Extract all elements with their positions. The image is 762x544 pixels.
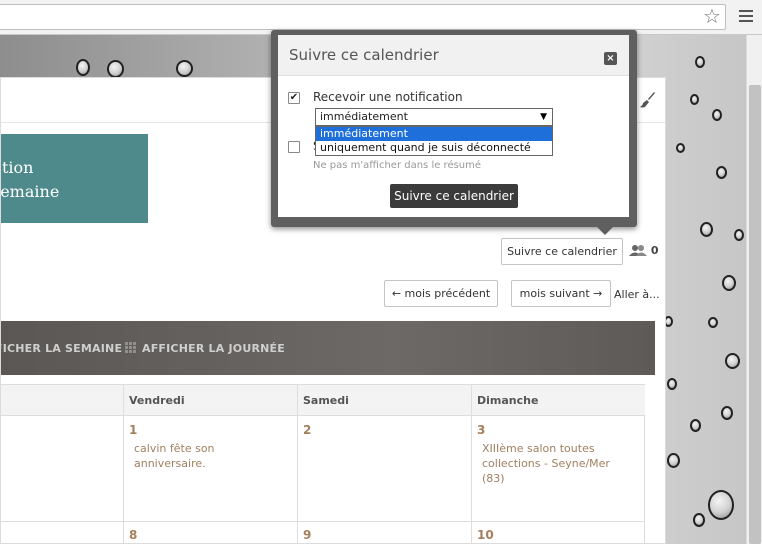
view-day-label: AFFICHER LA JOURNÉE [142, 342, 285, 355]
next-month-button[interactable]: mois suivant → [511, 280, 611, 307]
brush-icon[interactable] [638, 91, 656, 109]
day-number[interactable]: 1 [129, 423, 137, 437]
day-number[interactable]: 10 [477, 528, 494, 542]
notification-checkbox[interactable]: ✔ [288, 92, 300, 104]
followers-count: 0 [629, 244, 659, 257]
grid-line [471, 384, 472, 544]
view-switch-bar: FICHER LA SEMAINE AFFICHER LA JOURNÉE [0, 321, 655, 375]
summary-checkbox[interactable] [288, 141, 300, 153]
address-bar[interactable] [0, 4, 726, 30]
raindrop [721, 406, 733, 420]
followers-number: 0 [650, 244, 659, 257]
calendar-title-box: ction semaine [1, 134, 148, 223]
weekday-saturday: Samedi [303, 394, 349, 407]
calendar-event[interactable]: XIIIème salon toutes collections - Seyne… [482, 441, 632, 486]
calendar-title-line: ction [1, 158, 34, 177]
raindrop [695, 56, 705, 68]
raindrop [176, 60, 193, 77]
raindrop [690, 94, 699, 105]
notification-label: Recevoir une notification [313, 90, 463, 104]
view-day-button[interactable]: AFFICHER LA JOURNÉE [125, 342, 285, 355]
summary-note: Ne pas m'afficher dans le résumé [313, 160, 482, 171]
raindrop [700, 222, 713, 237]
raindrop [712, 109, 722, 121]
modal-header: Suivre ce calendrier × [278, 35, 629, 76]
follow-calendar-dialog: Suivre ce calendrier × ✔ Recevoir une no… [278, 35, 629, 217]
weekday-header: Vendredi Samedi Dimanche [1, 384, 645, 416]
view-week-button[interactable]: FICHER LA SEMAINE [0, 342, 122, 355]
select-dropdown-list: immédiatement uniquement quand je suis d… [315, 126, 553, 156]
hamburger-menu-icon[interactable] [739, 10, 753, 24]
raindrop [734, 229, 744, 241]
vertical-scrollbar[interactable] [746, 35, 762, 544]
option-when-disconnected[interactable]: uniquement quand je suis déconnecté [316, 141, 552, 155]
raindrop [676, 143, 685, 153]
raindrop [107, 60, 124, 78]
close-icon[interactable]: × [604, 52, 617, 65]
notification-frequency-select[interactable]: immédiatement ▼ [315, 108, 553, 126]
option-immediately[interactable]: immédiatement [316, 127, 552, 141]
grid-line [123, 384, 124, 544]
day-number[interactable]: 3 [477, 423, 485, 437]
follow-calendar-button[interactable]: Suivre ce calendrier [501, 238, 623, 265]
chevron-down-icon: ▼ [540, 112, 547, 122]
goto-link[interactable]: Aller à... [614, 288, 660, 301]
day-number[interactable]: 9 [303, 528, 311, 542]
scrollbar-thumb[interactable] [749, 85, 761, 544]
raindrop [716, 166, 727, 179]
grid-line [297, 384, 298, 544]
submit-follow-button[interactable]: Suivre ce calendrier [390, 184, 518, 208]
raindrop [725, 353, 740, 369]
select-value: immédiatement [320, 110, 408, 123]
raindrop [76, 59, 90, 76]
previous-month-button[interactable]: ← mois précédent [384, 280, 498, 307]
day-number[interactable]: 8 [129, 528, 137, 542]
raindrop [667, 453, 680, 468]
raindrop [690, 419, 701, 432]
raindrop [667, 378, 677, 390]
users-icon [629, 245, 647, 256]
modal-title: Suivre ce calendrier [289, 46, 439, 64]
raindrop [693, 513, 705, 527]
grid-line [1, 521, 645, 522]
raindrop [708, 317, 718, 328]
star-icon[interactable]: ☆ [703, 5, 721, 27]
modal-pointer [596, 226, 614, 235]
weekday-sunday: Dimanche [477, 394, 539, 407]
calendar-event[interactable]: calvin fête son anniversaire. [134, 441, 284, 471]
month-grid: Vendredi Samedi Dimanche 1 calvin fête s… [1, 384, 645, 544]
weekday-friday: Vendredi [129, 394, 185, 407]
day-number[interactable]: 2 [303, 423, 311, 437]
raindrop [708, 490, 734, 520]
grid-icon [125, 342, 136, 353]
raindrop [722, 275, 736, 291]
view-week-label: FICHER LA SEMAINE [0, 342, 123, 355]
calendar-title-line: semaine [1, 182, 60, 201]
